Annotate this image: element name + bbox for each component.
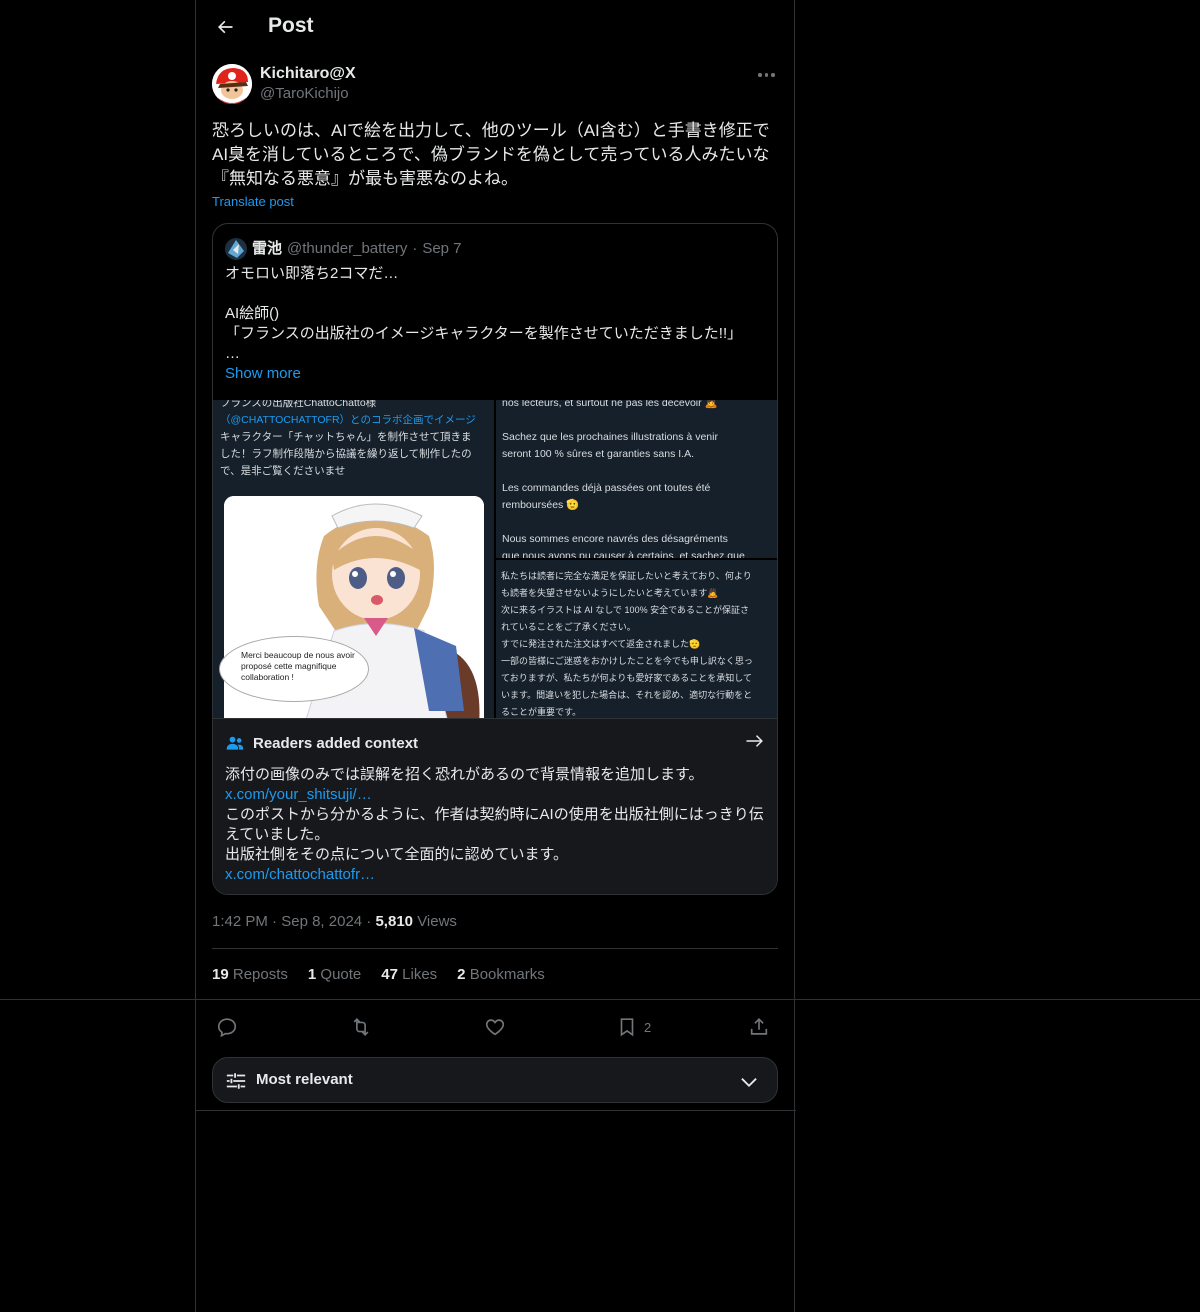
avatar[interactable]: [212, 64, 252, 104]
arrow-right-icon: [746, 735, 763, 747]
quote-line: …: [225, 345, 240, 362]
post-text-line: AI臭を消しているところで、偽ブランドを偽として売っている人みたいな: [212, 145, 770, 164]
media-image-right-bottom[interactable]: 私たちは読者に完全な満足を保証したいと考えており、何より も読者を失望させないよ…: [496, 560, 777, 718]
reply-sort-dropdown[interactable]: Most relevant: [212, 1057, 778, 1103]
bookmarks-stat[interactable]: 2 Bookmarks: [457, 965, 545, 985]
author-handle[interactable]: @TaroKichijo: [260, 84, 356, 104]
back-button[interactable]: [210, 12, 240, 42]
repost-button[interactable]: [350, 1016, 372, 1038]
primary-column: Post Kichitaro@X @TaroKichijo 恐ろしいのは、AIで…: [195, 0, 796, 1312]
bookmark-button[interactable]: 2: [616, 1016, 651, 1038]
more-button[interactable]: [758, 70, 778, 80]
media-image-left[interactable]: フランスの出版社ChattoChatto様 （@CHATTOCHATTOFR）と…: [213, 400, 494, 718]
post-date[interactable]: Sep 8, 2024: [281, 913, 362, 930]
author-block: Kichitaro@X @TaroKichijo: [260, 64, 356, 104]
views-label: Views: [417, 913, 457, 930]
quotes-stat[interactable]: 1 Quote: [308, 965, 361, 985]
back-arrow-icon: [218, 20, 233, 34]
action-bar: 2: [212, 1010, 778, 1044]
divider: [196, 1110, 796, 1111]
media-left-text: フランスの出版社ChattoChatto様 （@CHATTOCHATTOFR）と…: [220, 400, 476, 477]
notes-link[interactable]: x.com/chattochattofr…: [225, 865, 770, 885]
divider: [212, 948, 778, 949]
share-icon: [750, 1018, 768, 1035]
post-text: 恐ろしいのは、AIで絵を出力して、他のツール（AI含む）と手書き修正で AI臭を…: [212, 119, 780, 191]
quoted-post[interactable]: 雷池 @thunder_battery · Sep 7 オモロい即落ち2コマだ……: [212, 223, 778, 895]
sliders-icon: [225, 1070, 247, 1097]
quote-media[interactable]: フランスの出版社ChattoChatto様 （@CHATTOCHATTOFR）と…: [213, 400, 777, 718]
quote-line: 「フランスの出版社のイメージキャラクターを製作させていただきました!!」: [225, 325, 743, 342]
repost-icon: [353, 1018, 369, 1036]
notes-header: Readers added context: [225, 733, 418, 753]
reply-button[interactable]: [216, 1016, 238, 1038]
quote-header: 雷池 @thunder_battery · Sep 7: [225, 238, 462, 260]
people-icon: [226, 736, 244, 750]
like-icon: [485, 1019, 505, 1036]
quote-author-handle: @thunder_battery: [287, 240, 408, 257]
quote-line: [225, 284, 765, 304]
show-more-link[interactable]: Show more: [225, 364, 765, 384]
like-button[interactable]: [484, 1016, 506, 1038]
post-text-line: 恐ろしいのは、AIで絵を出力して、他のツール（AI含む）と手書き修正で: [212, 121, 770, 140]
chevron-down-icon: [739, 1072, 759, 1097]
notes-title: Readers added context: [253, 734, 419, 752]
engagement-stats: 19 Reposts 1 Quote 47 Likes 2 Bookmarks: [212, 965, 545, 985]
bookmark-count: 2: [644, 1019, 652, 1035]
media-right-bottom-text: 私たちは読者に完全な満足を保証したいと考えており、何より も読者を失望させないよ…: [501, 571, 753, 717]
quote-author-name: 雷池: [252, 240, 283, 257]
quote-line: AI絵師(): [225, 305, 280, 322]
post-time[interactable]: 1:42 PM: [212, 913, 268, 930]
quote-line: オモロい即落ち2コマだ…: [225, 265, 399, 282]
bookmark-icon: [620, 1018, 634, 1037]
notes-link[interactable]: x.com/your_shitsuji/…: [225, 785, 770, 805]
community-notes[interactable]: Readers added context 添付の画像のみでは誤解を招く恐れがあ…: [213, 718, 777, 894]
share-button[interactable]: [748, 1016, 770, 1038]
speech-bubble-text: Merci beaucoup de nous avoir proposé cet…: [241, 650, 355, 682]
quote-date: Sep 7: [422, 240, 462, 257]
header: Post: [196, 0, 796, 54]
author-name[interactable]: Kichitaro@X: [260, 64, 356, 84]
translate-post-link[interactable]: Translate post: [212, 194, 294, 209]
reply-icon: [217, 1018, 237, 1038]
quote-text: オモロい即落ち2コマだ… AI絵師() 「フランスの出版社のイメージキャラクター…: [225, 264, 765, 384]
media-right-top-text: nos lecteurs, et surtout ne pas les déce…: [502, 400, 745, 558]
more-icon: [758, 73, 762, 77]
notes-body: 添付の画像のみでは誤解を招く恐れがあるので背景情報を追加します。 x.com/y…: [225, 765, 770, 885]
media-image-right-top[interactable]: nos lecteurs, et surtout ne pas les déce…: [496, 400, 777, 558]
post-meta: 1:42 PM · Sep 8, 2024 · 5,810 Views: [212, 913, 457, 930]
reposts-stat[interactable]: 19 Reposts: [212, 965, 288, 985]
notes-open-button[interactable]: [745, 732, 763, 755]
post-text-line: 『無知なる悪意』が最も害悪なのよね。: [212, 169, 518, 188]
likes-stat[interactable]: 47 Likes: [381, 965, 437, 985]
page-title: Post: [268, 14, 314, 37]
sort-label: Most relevant: [256, 1071, 353, 1088]
quote-avatar: [225, 238, 247, 260]
views-count: 5,810: [375, 913, 414, 930]
